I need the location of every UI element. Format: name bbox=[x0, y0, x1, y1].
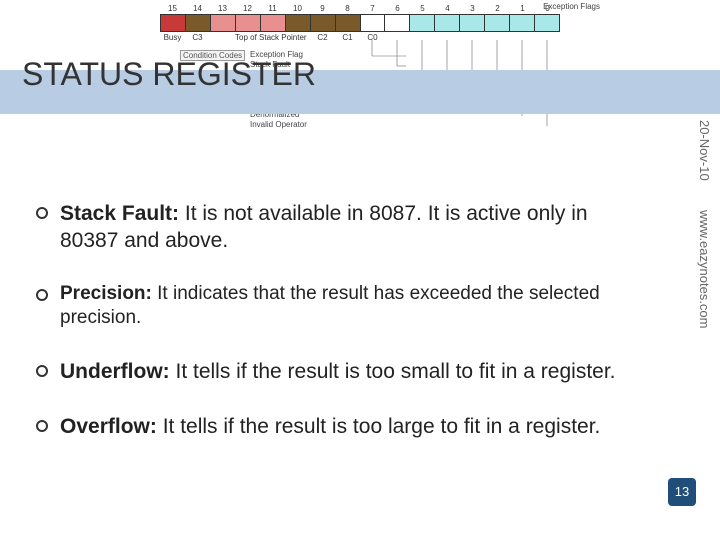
bit-cell bbox=[236, 15, 261, 31]
legend-item: Invalid Operator bbox=[250, 120, 307, 130]
page-title: STATUS REGISTER bbox=[22, 56, 316, 93]
bit-label: C1 bbox=[335, 32, 360, 46]
bit-num: 6 bbox=[385, 4, 410, 14]
diagram-header-right: Exception Flags bbox=[543, 2, 600, 11]
slide: Exception Flags 15 14 13 12 11 10 9 8 7 … bbox=[0, 0, 720, 540]
bit-num: 2 bbox=[485, 4, 510, 14]
bit-num: 1 bbox=[510, 4, 535, 14]
bit-num: 14 bbox=[185, 4, 210, 14]
bit-cell bbox=[336, 15, 361, 31]
bit-label bbox=[210, 32, 235, 46]
bit-num: 9 bbox=[310, 4, 335, 14]
content-list: Stack Fault: It is not available in 8087… bbox=[30, 200, 630, 468]
bullet-bold: Precision: bbox=[60, 283, 152, 304]
bit-num: 3 bbox=[460, 4, 485, 14]
bit-cell bbox=[435, 15, 460, 31]
bullet-icon bbox=[36, 207, 48, 219]
bit-labels: Busy C3 Top of Stack Pointer C2 C1 C0 bbox=[160, 32, 560, 46]
list-item: Overflow: It tells if the result is too … bbox=[30, 413, 630, 440]
bullet-icon bbox=[36, 289, 48, 301]
bit-numbers: 15 14 13 12 11 10 9 8 7 6 5 4 3 2 1 0 bbox=[160, 4, 560, 14]
bit-num: 12 bbox=[235, 4, 260, 14]
bit-cell bbox=[510, 15, 535, 31]
list-item: Precision: It indicates that the result … bbox=[30, 282, 630, 330]
date-label: 20-Nov-10 bbox=[697, 120, 712, 181]
bit-num: 7 bbox=[360, 4, 385, 14]
status-register-diagram: Exception Flags 15 14 13 12 11 10 9 8 7 … bbox=[160, 4, 560, 46]
bit-cell bbox=[410, 15, 435, 31]
bit-num: 13 bbox=[210, 4, 235, 14]
bullet-icon bbox=[36, 420, 48, 432]
bit-label: Busy bbox=[160, 32, 185, 46]
bit-cell bbox=[535, 15, 559, 31]
list-item: Stack Fault: It is not available in 8087… bbox=[30, 200, 630, 254]
bit-num: 5 bbox=[410, 4, 435, 14]
page-number: 13 bbox=[668, 478, 696, 506]
bit-num: 10 bbox=[285, 4, 310, 14]
bit-num: 8 bbox=[335, 4, 360, 14]
bit-label: Top of Stack Pointer bbox=[235, 32, 285, 46]
site-label: www.eazynotes.com bbox=[697, 210, 712, 329]
bullet-bold: Stack Fault: bbox=[60, 202, 179, 225]
bit-row bbox=[160, 14, 560, 32]
bit-cell bbox=[485, 15, 510, 31]
bit-cell bbox=[186, 15, 211, 31]
bit-cell bbox=[361, 15, 386, 31]
bit-label: C0 bbox=[360, 32, 385, 46]
bit-cell bbox=[261, 15, 286, 31]
bit-cell bbox=[460, 15, 485, 31]
bit-num: 11 bbox=[260, 4, 285, 14]
bit-cell bbox=[385, 15, 410, 31]
bullet-text: It tells if the result is too small to f… bbox=[170, 360, 616, 383]
bullet-bold: Underflow: bbox=[60, 360, 170, 383]
list-item: Underflow: It tells if the result is too… bbox=[30, 358, 630, 385]
bit-num: 4 bbox=[435, 4, 460, 14]
bullet-text: It tells if the result is too large to f… bbox=[157, 415, 601, 438]
bullet-icon bbox=[36, 365, 48, 377]
bit-label: C2 bbox=[310, 32, 335, 46]
bit-cell bbox=[311, 15, 336, 31]
bit-num: 15 bbox=[160, 4, 185, 14]
bit-cell bbox=[211, 15, 236, 31]
bit-cell bbox=[161, 15, 186, 31]
bit-cell bbox=[286, 15, 311, 31]
bit-label: C3 bbox=[185, 32, 210, 46]
bit-label bbox=[285, 32, 310, 46]
bullet-bold: Overflow: bbox=[60, 415, 157, 438]
